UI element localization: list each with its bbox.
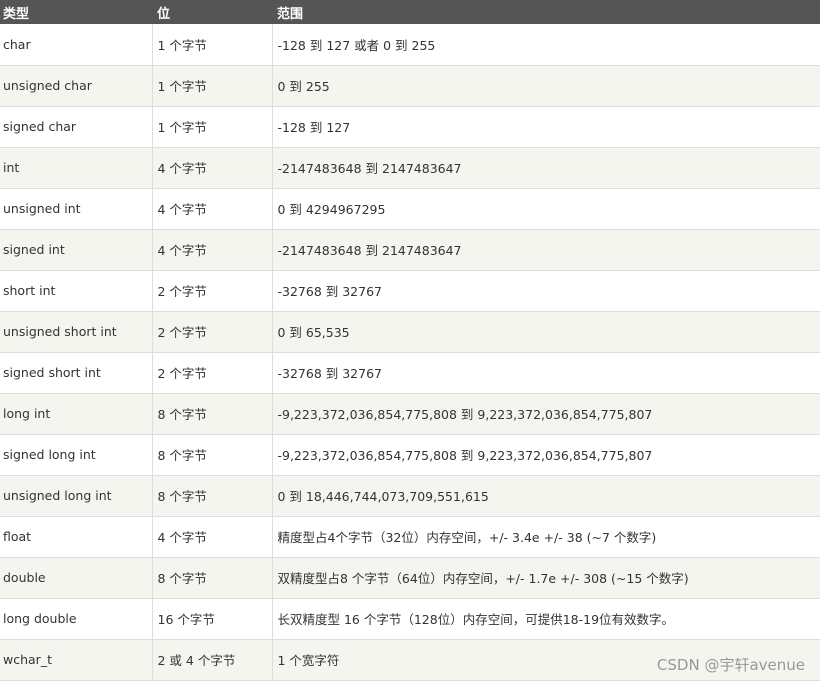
cell-type: short int <box>0 270 153 312</box>
cell-type: signed long int <box>0 434 153 476</box>
table-row: double 8 个字节 双精度型占8 个字节（64位）内存空间，+/- 1.7… <box>0 557 820 599</box>
table-row: long int 8 个字节 -9,223,372,036,854,775,80… <box>0 393 820 435</box>
header-row: 类型 位 范围 <box>0 0 820 24</box>
table-row: signed long int 8 个字节 -9,223,372,036,854… <box>0 434 820 476</box>
cell-range: 0 到 65,535 <box>272 311 820 353</box>
cell-size: 16 个字节 <box>152 598 273 640</box>
cell-type: unsigned int <box>0 188 153 230</box>
table-row: unsigned int 4 个字节 0 到 4294967295 <box>0 188 820 230</box>
table-row: int 4 个字节 -2147483648 到 2147483647 <box>0 147 820 189</box>
table-row: signed int 4 个字节 -2147483648 到 214748364… <box>0 229 820 271</box>
table-row: unsigned long int 8 个字节 0 到 18,446,744,0… <box>0 475 820 517</box>
header-range: 范围 <box>277 6 304 22</box>
table-header: 类型 位 范围 <box>0 0 820 24</box>
cell-type: long int <box>0 393 153 435</box>
table-row: short int 2 个字节 -32768 到 32767 <box>0 270 820 312</box>
cell-range: -128 到 127 <box>272 106 820 148</box>
cell-range: -2147483648 到 2147483647 <box>272 229 820 271</box>
cell-size: 2 个字节 <box>152 352 273 394</box>
cell-size: 4 个字节 <box>152 147 273 189</box>
table-row: unsigned short int 2 个字节 0 到 65,535 <box>0 311 820 353</box>
table-row: signed char 1 个字节 -128 到 127 <box>0 106 820 148</box>
cell-type: int <box>0 147 153 189</box>
cell-range: -2147483648 到 2147483647 <box>272 147 820 189</box>
cell-range: 精度型占4个字节（32位）内存空间，+/- 3.4e +/- 38 (~7 个数… <box>272 516 820 558</box>
table-body: char 1 个字节 -128 到 127 或者 0 到 255 unsigne… <box>0 24 820 681</box>
cell-range: 0 到 4294967295 <box>272 188 820 230</box>
cell-type: char <box>0 24 153 66</box>
table-row: unsigned char 1 个字节 0 到 255 <box>0 65 820 107</box>
cell-size: 2 个字节 <box>152 311 273 353</box>
cell-type: double <box>0 557 153 599</box>
cell-size: 1 个字节 <box>152 24 273 66</box>
cell-range: -32768 到 32767 <box>272 352 820 394</box>
data-types-table: 类型 位 范围 char 1 个字节 -128 到 127 或者 0 到 255… <box>0 0 820 681</box>
cell-range: 0 到 18,446,744,073,709,551,615 <box>272 475 820 517</box>
cell-size: 4 个字节 <box>152 188 273 230</box>
cell-type: wchar_t <box>0 639 153 681</box>
cell-size: 2 个字节 <box>152 270 273 312</box>
cell-size: 4 个字节 <box>152 516 273 558</box>
cell-size: 8 个字节 <box>152 434 273 476</box>
table-row: long double 16 个字节 长双精度型 16 个字节（128位）内存空… <box>0 598 820 640</box>
cell-size: 4 个字节 <box>152 229 273 271</box>
table-row: signed short int 2 个字节 -32768 到 32767 <box>0 352 820 394</box>
cell-type: float <box>0 516 153 558</box>
cell-size: 2 或 4 个字节 <box>152 639 273 681</box>
cell-range: -9,223,372,036,854,775,808 到 9,223,372,0… <box>272 434 820 476</box>
table-row: float 4 个字节 精度型占4个字节（32位）内存空间，+/- 3.4e +… <box>0 516 820 558</box>
cell-type: unsigned char <box>0 65 153 107</box>
header-size: 位 <box>157 6 171 22</box>
table-row: wchar_t 2 或 4 个字节 1 个宽字符 <box>0 639 820 681</box>
cell-type: signed char <box>0 106 153 148</box>
cell-range: -9,223,372,036,854,775,808 到 9,223,372,0… <box>272 393 820 435</box>
cell-size: 1 个字节 <box>152 65 273 107</box>
cell-range: 双精度型占8 个字节（64位）内存空间，+/- 1.7e +/- 308 (~1… <box>272 557 820 599</box>
table-row: char 1 个字节 -128 到 127 或者 0 到 255 <box>0 24 820 66</box>
cell-range: 1 个宽字符 <box>272 639 820 681</box>
cell-type: unsigned short int <box>0 311 153 353</box>
cell-range: 0 到 255 <box>272 65 820 107</box>
cell-type: signed short int <box>0 352 153 394</box>
cell-size: 8 个字节 <box>152 557 273 599</box>
cell-range: -128 到 127 或者 0 到 255 <box>272 24 820 66</box>
cell-range: -32768 到 32767 <box>272 270 820 312</box>
header-type: 类型 <box>3 6 30 22</box>
cell-type: long double <box>0 598 153 640</box>
cell-size: 1 个字节 <box>152 106 273 148</box>
cell-type: signed int <box>0 229 153 271</box>
cell-type: unsigned long int <box>0 475 153 517</box>
cell-range: 长双精度型 16 个字节（128位）内存空间，可提供18-19位有效数字。 <box>272 598 820 640</box>
cell-size: 8 个字节 <box>152 393 273 435</box>
cell-size: 8 个字节 <box>152 475 273 517</box>
